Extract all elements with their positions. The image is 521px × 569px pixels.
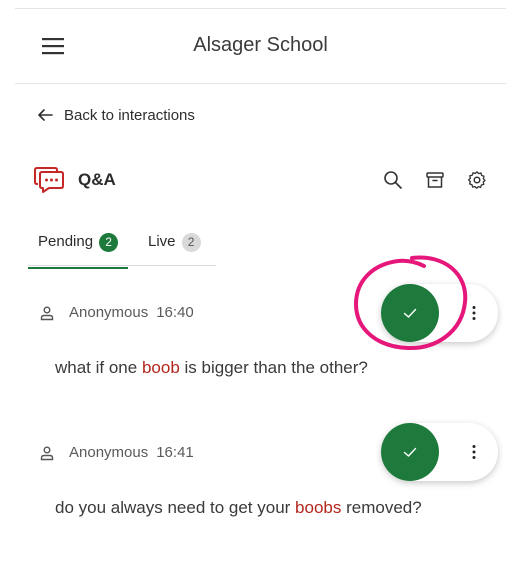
question-text-part: what if one [55, 358, 142, 377]
question-text-part: is bigger than the other? [179, 358, 368, 377]
question-meta: Anonymous 16:41 [39, 444, 194, 461]
qa-section-header: Q&A [34, 164, 487, 196]
tab-pending[interactable]: Pending 2 [28, 230, 129, 269]
user-icon [40, 446, 54, 460]
active-tab-indicator [28, 267, 129, 269]
question-meta: Anonymous 16:40 [39, 304, 194, 321]
arrow-left-icon [38, 109, 53, 121]
question-actions [381, 284, 498, 342]
search-icon[interactable] [383, 170, 403, 190]
top-divider [15, 8, 506, 9]
back-link-label: Back to interactions [64, 106, 195, 124]
back-to-interactions-link[interactable]: Back to interactions [36, 106, 195, 124]
question-item: Anonymous 16:41 do you always need to ge… [0, 422, 521, 532]
approve-button[interactable] [381, 284, 439, 342]
question-time: 16:41 [156, 444, 194, 461]
user-icon [40, 306, 54, 320]
question-item: Anonymous 16:40 what if one boob is bigg… [0, 282, 521, 392]
question-author: Anonymous [69, 444, 149, 461]
check-icon [403, 447, 417, 457]
question-actions [381, 423, 498, 481]
tab-live[interactable]: Live 2 [148, 230, 201, 267]
highlighted-word: boobs [295, 498, 342, 517]
pending-count-badge: 2 [99, 233, 119, 252]
more-options-button[interactable] [464, 442, 484, 462]
more-vertical-icon [472, 445, 476, 459]
question-author: Anonymous [69, 304, 149, 321]
highlighted-word: boob [141, 358, 180, 377]
more-vertical-icon [472, 306, 476, 320]
section-title: Q&A [78, 170, 116, 189]
live-count-badge: 2 [181, 233, 201, 252]
section-toolbar [383, 170, 487, 190]
approve-button[interactable] [381, 423, 439, 481]
more-options-button[interactable] [464, 303, 484, 323]
question-text-part: do you always need to get your [55, 498, 296, 517]
question-text: do you always need to get your boobs rem… [55, 498, 422, 518]
app-title: Alsager School [193, 34, 328, 56]
question-text-part: removed? [341, 498, 422, 517]
question-text: what if one boob is bigger than the othe… [55, 358, 368, 378]
chat-bubble-icon [34, 167, 64, 193]
question-time: 16:40 [156, 304, 194, 321]
gear-icon[interactable] [467, 170, 487, 190]
question-tabs: Pending 2 Live 2 [28, 230, 216, 269]
archive-icon[interactable] [425, 170, 445, 190]
tab-live-label: Live [148, 233, 176, 250]
header-divider [15, 83, 506, 84]
tab-pending-label: Pending [38, 233, 94, 250]
app-header: Alsager School [0, 10, 521, 84]
check-icon [403, 308, 417, 318]
